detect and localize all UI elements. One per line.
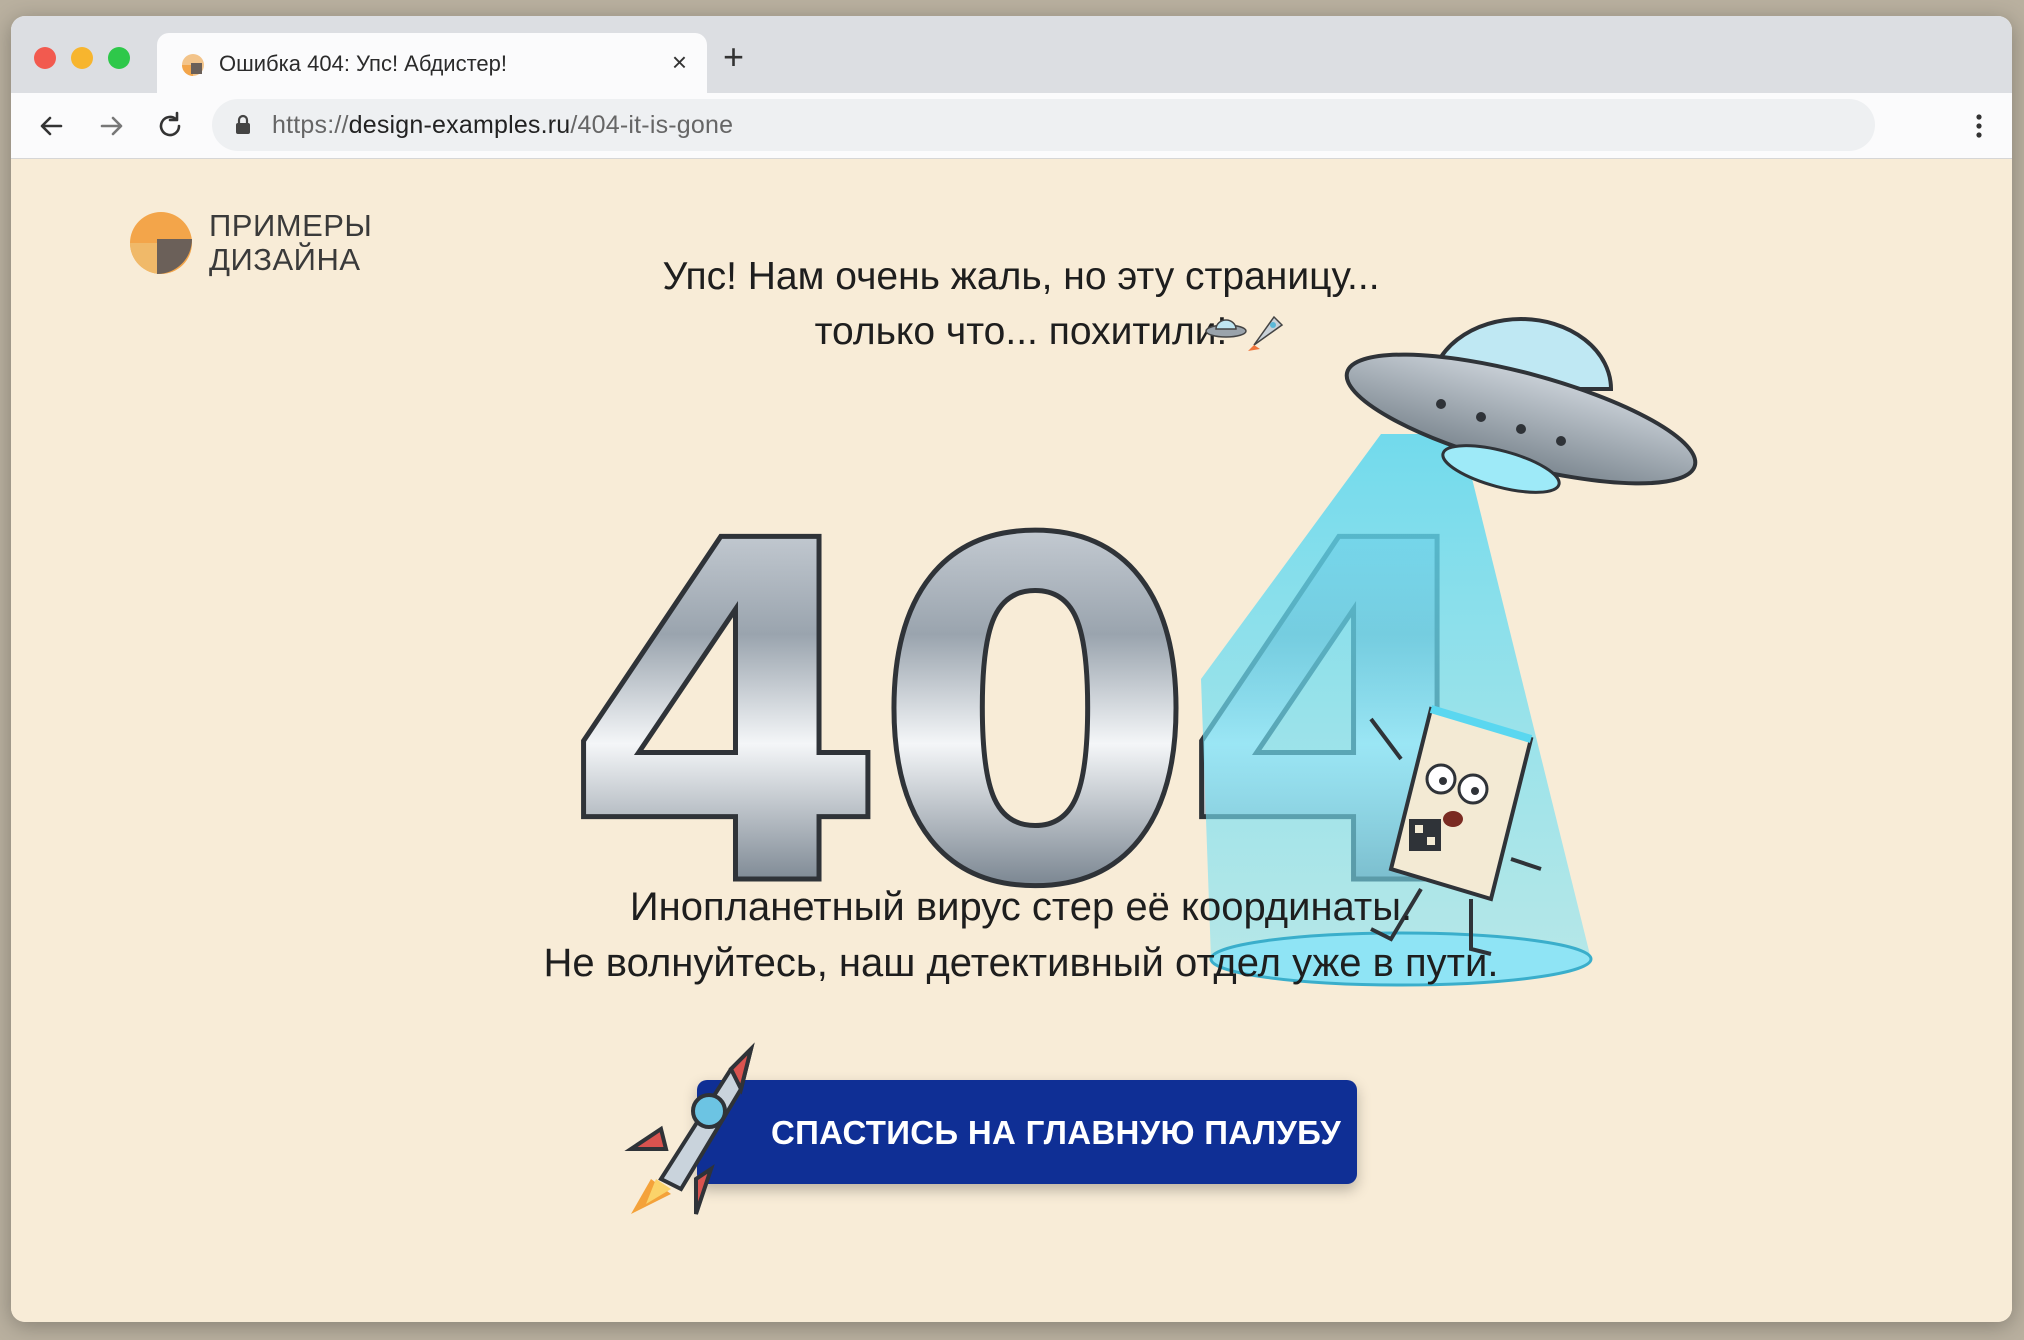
site-favicon-icon	[182, 54, 204, 76]
logo-line-2: ДИЗАЙНА	[209, 242, 361, 277]
page-content: ПРИМЕРЫ ДИЗАЙНА Упс! Нам очень жаль, но …	[11, 159, 2012, 1322]
tab-active[interactable]: Ошибка 404: Упс! Абдистер! ×	[157, 33, 707, 93]
home-deck-button[interactable]: СПАСТИСЬ НА ГЛАВНУЮ ПАЛУБУ	[697, 1080, 1357, 1184]
lock-icon	[236, 114, 250, 134]
address-bar[interactable]: https://design-examples.ru/404-it-is-gon…	[212, 99, 1875, 151]
message-line-1: Инопланетный вирус стер её координаты.	[629, 885, 1413, 929]
arrow-left-icon[interactable]	[33, 107, 71, 145]
arrow-right-icon[interactable]	[92, 107, 130, 145]
minimize-window-button[interactable]	[71, 47, 93, 69]
error-message: Инопланетный вирус стер её координаты. Н…	[411, 879, 1631, 991]
logo-mark-icon	[130, 212, 192, 274]
reload-icon[interactable]	[151, 107, 189, 145]
logo-text: ПРИМЕРЫ ДИЗАЙНА	[209, 209, 372, 277]
maximize-window-button[interactable]	[108, 47, 130, 69]
browser-toolbar: https://design-examples.ru/404-it-is-gon…	[11, 93, 2012, 159]
vertical-dots-icon[interactable]	[1976, 109, 1982, 143]
close-icon[interactable]: ×	[672, 47, 687, 77]
close-window-button[interactable]	[34, 47, 56, 69]
logo-line-1: ПРИМЕРЫ	[209, 208, 373, 243]
home-deck-button-label: СПАСТИСЬ НА ГЛАВНУЮ ПАЛУБУ	[771, 1114, 1342, 1151]
browser-window: Ошибка 404: Упс! Абдистер! × + https://d…	[11, 16, 2012, 1322]
tab-title: Ошибка 404: Упс! Абдистер!	[219, 51, 507, 76]
rocket-icon	[624, 1042, 755, 1215]
site-logo[interactable]: ПРИМЕРЫ ДИЗАЙНА	[129, 205, 399, 285]
message-line-2: Не волнуйтесь, наш детективный отдел уже…	[543, 941, 1499, 985]
url-text: https://design-examples.ru/404-it-is-gon…	[272, 111, 734, 139]
tab-strip: Ошибка 404: Упс! Абдистер! × +	[11, 16, 2012, 93]
plus-icon[interactable]: +	[723, 39, 744, 75]
